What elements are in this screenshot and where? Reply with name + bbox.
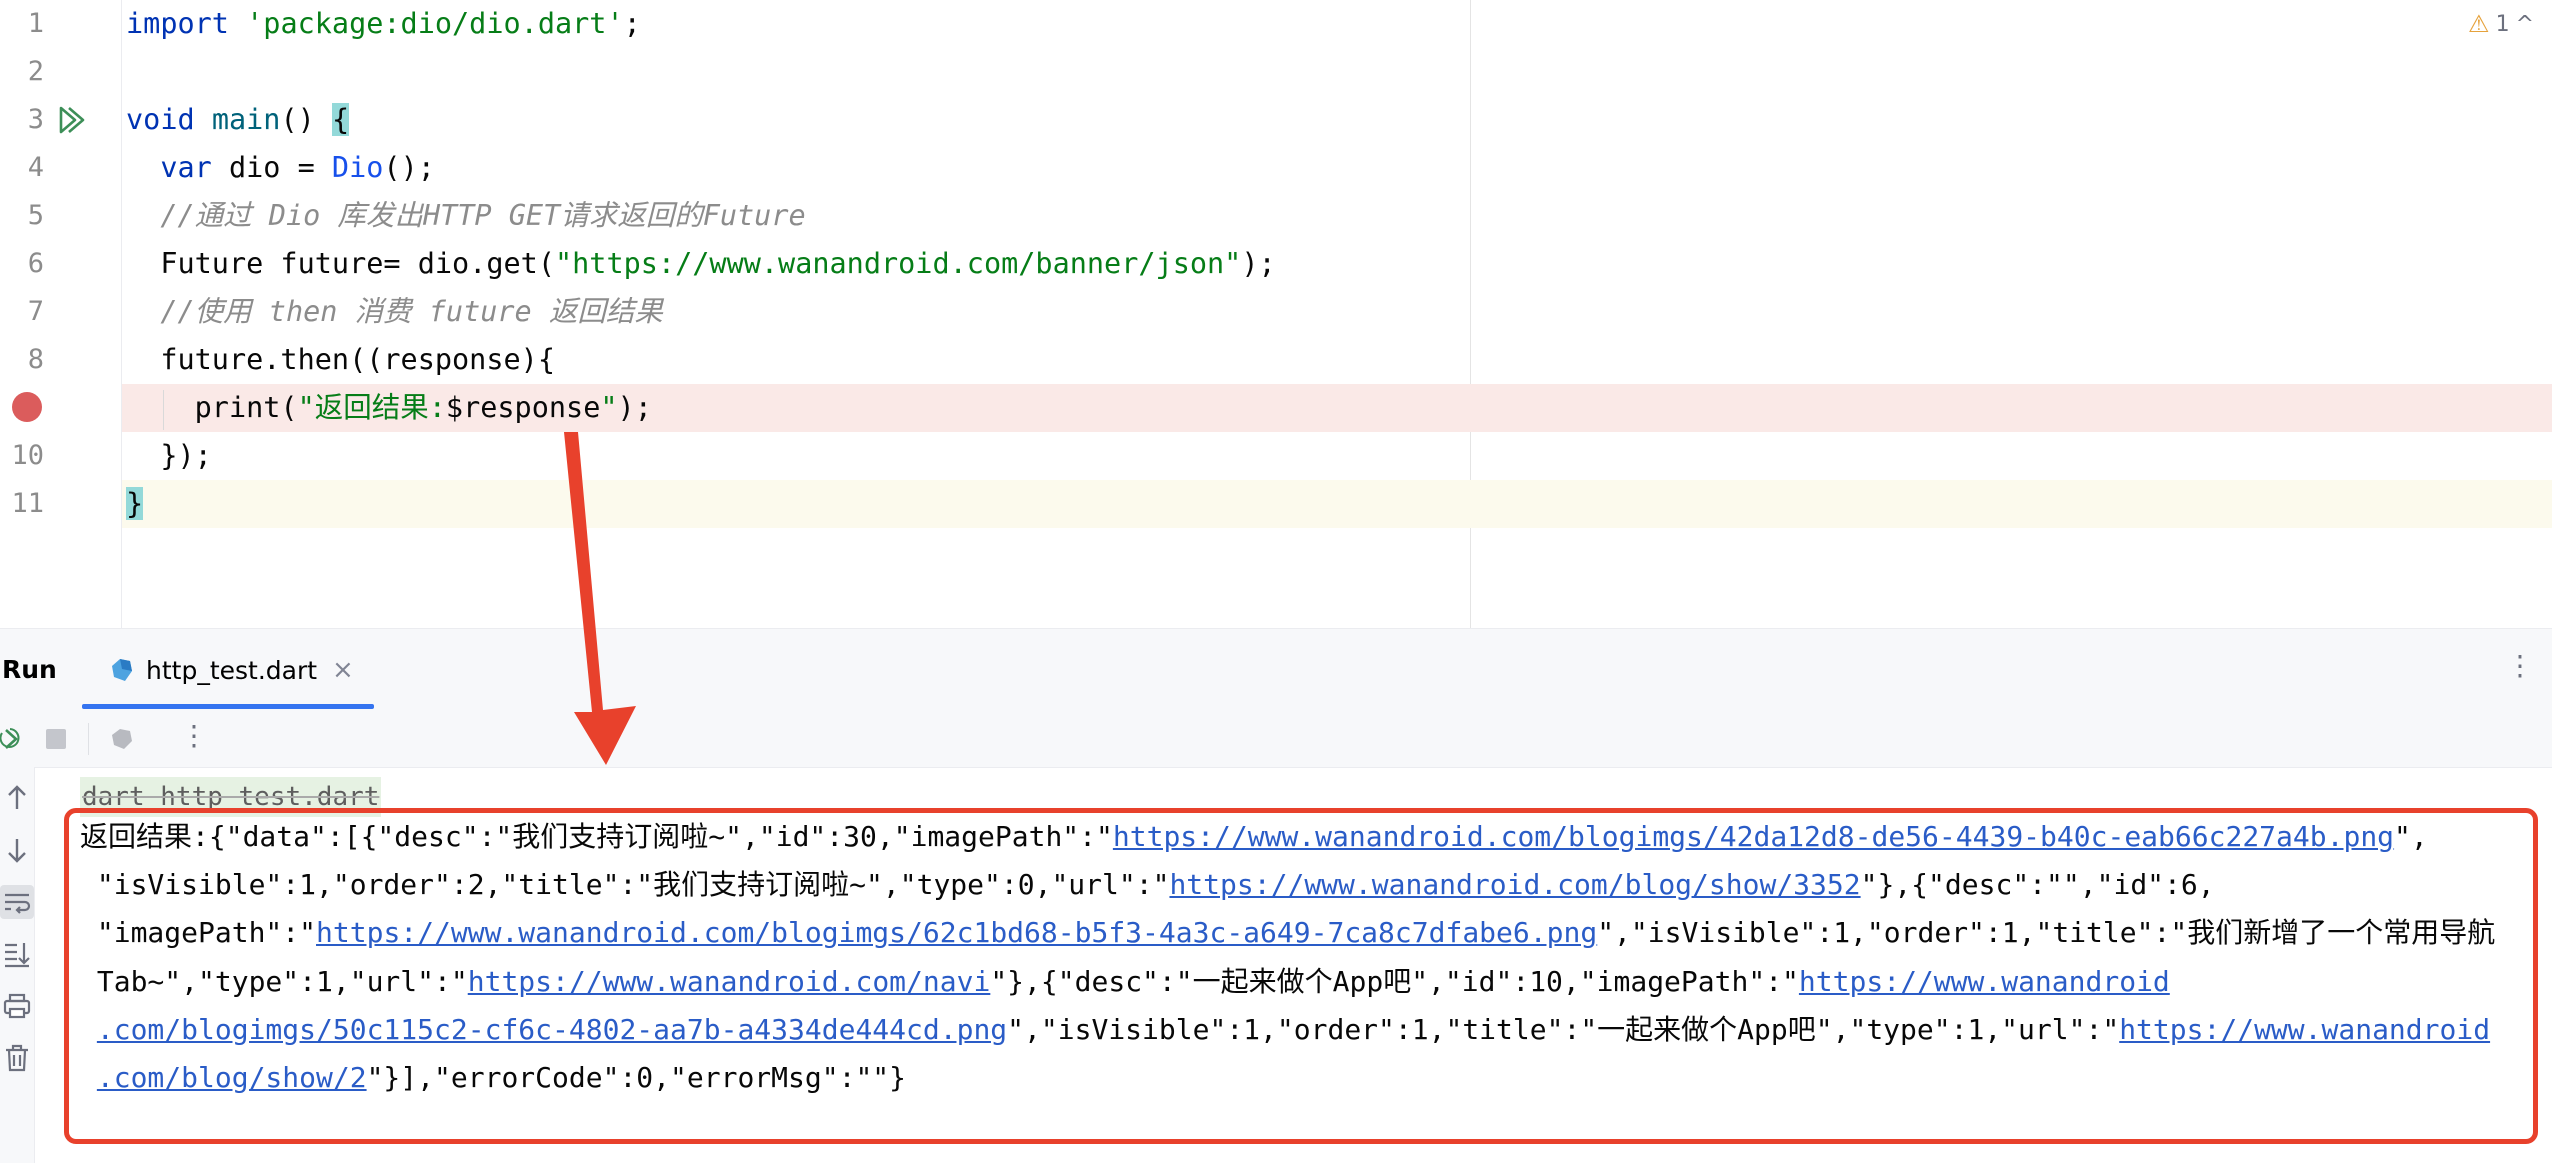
- output-line: "imagePath":"https://www.wanandroid.com/…: [80, 909, 2530, 957]
- console-command-line: dart http_test.dart: [80, 777, 382, 817]
- warning-count: 1: [2495, 11, 2510, 37]
- output-line: .com/blogimgs/50c115c2-cf6c-4802-aa7b-a4…: [80, 1006, 2530, 1054]
- interpolated-variable: $response: [445, 391, 601, 424]
- output-line: .com/blog/show/2"}],"errorCode":0,"error…: [80, 1054, 2530, 1102]
- print-icon[interactable]: [0, 989, 34, 1023]
- class-name: Dio: [331, 151, 384, 184]
- more-vertical-icon[interactable]: ⋮: [2506, 649, 2534, 682]
- code-line-10[interactable]: });: [0, 432, 2552, 480]
- code-text: );: [617, 391, 652, 424]
- run-toolbar: ⋮: [0, 711, 2552, 768]
- console-output[interactable]: 返回结果:{"data":[{"desc":"我们支持订阅啦~","id":30…: [80, 813, 2530, 1102]
- output-text: ","isVisible":1,"order":1,"title":"一起来做个…: [1007, 1012, 2120, 1046]
- console-link[interactable]: https://www.wanandroid.com/blog/show/335…: [1169, 868, 1860, 901]
- output-text: Tab~","type":1,"url":": [80, 964, 468, 998]
- code-line-7[interactable]: //使用 then 消费 future 返回结果: [0, 288, 2552, 336]
- string-literal: "返回结果:: [297, 391, 446, 424]
- string-literal: "https://www.wanandroid.com/banner/json": [554, 247, 1242, 280]
- code-text: dio =: [211, 151, 332, 184]
- keyword: var: [160, 151, 212, 184]
- function-name: main: [211, 103, 281, 136]
- output-text: "},{"desc":"一起来做个App吧","id":10,"imagePat…: [990, 964, 1799, 998]
- console-link[interactable]: .com/blogimgs/50c115c2-cf6c-4802-aa7b-a4…: [97, 1013, 1007, 1046]
- scroll-to-end-icon[interactable]: [0, 937, 34, 971]
- output-line: Tab~","type":1,"url":"https://www.wanand…: [80, 958, 2530, 1006]
- code-line-1[interactable]: import 'package:dio/dio.dart';: [0, 0, 2552, 48]
- run-panel-header: Run http_test.dart × ⋮: [0, 629, 2552, 712]
- tab-http-test[interactable]: http_test.dart ×: [82, 629, 374, 711]
- output-line: 返回结果:{"data":[{"desc":"我们支持订阅啦~","id":30…: [80, 813, 2530, 861]
- code-text: Future future= dio.get(: [160, 247, 555, 280]
- dart-file-icon: [112, 659, 132, 681]
- output-text: "imagePath":": [80, 916, 317, 950]
- code-line-9[interactable]: print("返回结果:$response");: [0, 384, 2552, 432]
- run-tool-window: Run http_test.dart × ⋮ ⋮ dart http_test.…: [0, 628, 2552, 1163]
- code-text: });: [160, 439, 212, 472]
- active-tab-indicator: [82, 704, 374, 709]
- code-editor[interactable]: 1 2 3 4 5 6 7 8 10 11 import 'package:di…: [0, 0, 2552, 628]
- output-text: "isVisible":1,"order":2,"title":"我们支持订阅啦…: [80, 868, 1170, 902]
- scroll-up-icon[interactable]: [0, 781, 34, 815]
- code-text: ;: [623, 7, 641, 40]
- rerun-icon[interactable]: [0, 725, 28, 753]
- code-text: future.then((response){: [160, 343, 555, 376]
- comment: //通过 Dio 库发出HTTP GET请求返回的Future: [160, 199, 806, 232]
- code-text: );: [1241, 247, 1276, 280]
- output-text: ","isVisible":1,"order":1,"title":"我们新增了…: [1597, 916, 2496, 950]
- toolbar-separator: [88, 723, 89, 755]
- keyword: void: [126, 103, 195, 136]
- trash-icon[interactable]: [0, 1041, 34, 1075]
- code-line-6[interactable]: Future future= dio.get("https://www.wana…: [0, 240, 2552, 288]
- code-line-3[interactable]: void main() {: [0, 96, 2552, 144]
- code-text: ();: [383, 151, 435, 184]
- output-line: "isVisible":1,"order":2,"title":"我们支持订阅啦…: [80, 861, 2530, 909]
- code-text: (): [280, 103, 332, 136]
- close-icon[interactable]: ×: [332, 655, 354, 685]
- warning-icon: ⚠: [2468, 10, 2490, 38]
- code-line-11[interactable]: }: [0, 480, 2552, 528]
- output-text: ",: [2394, 820, 2428, 853]
- console-link[interactable]: https://www.wanandroid: [1799, 965, 2170, 998]
- soft-wrap-icon[interactable]: [0, 885, 34, 919]
- console-side-toolbar: [0, 767, 35, 1163]
- matched-brace: {: [331, 103, 350, 136]
- code-text: print(: [194, 391, 298, 424]
- debug-icon[interactable]: [108, 725, 136, 753]
- console-link[interactable]: https://www.wanandroid.com/blogimgs/62c1…: [316, 916, 1597, 949]
- comment: //使用 then 消费 future 返回结果: [160, 295, 663, 328]
- console-link[interactable]: .com/blog/show/2: [97, 1061, 367, 1094]
- line-number: 2: [27, 56, 44, 87]
- string-literal: 'package:dio/dio.dart': [246, 7, 624, 40]
- stop-icon[interactable]: [42, 725, 70, 753]
- console-link[interactable]: https://www.wanandroid: [2119, 1013, 2490, 1046]
- console-link[interactable]: https://www.wanandroid.com/blogimgs/42da…: [1113, 820, 2394, 853]
- more-vertical-icon[interactable]: ⋮: [180, 719, 208, 752]
- run-panel-title: Run: [2, 655, 57, 684]
- output-text: "}],"errorCode":0,"errorMsg":""}: [366, 1060, 907, 1094]
- chevron-up-icon[interactable]: ^: [2516, 12, 2534, 37]
- scroll-down-icon[interactable]: [0, 833, 34, 867]
- string-literal: ": [600, 391, 618, 424]
- console-link[interactable]: https://www.wanandroid.com/navi: [468, 965, 991, 998]
- code-line-8[interactable]: future.then((response){: [0, 336, 2552, 384]
- code-line-4[interactable]: var dio = Dio();: [0, 144, 2552, 192]
- inspection-widget[interactable]: ⚠ 1 ^: [2468, 10, 2534, 38]
- matched-brace: }: [126, 487, 144, 520]
- output-text: "},{"desc":"","id":6,: [1860, 868, 2215, 902]
- output-text: 返回结果:{"data":[{"desc":"我们支持订阅啦~","id":30…: [80, 820, 1113, 853]
- tab-label: http_test.dart: [146, 656, 318, 685]
- code-line-5[interactable]: //通过 Dio 库发出HTTP GET请求返回的Future: [0, 192, 2552, 240]
- keyword: import: [126, 7, 229, 40]
